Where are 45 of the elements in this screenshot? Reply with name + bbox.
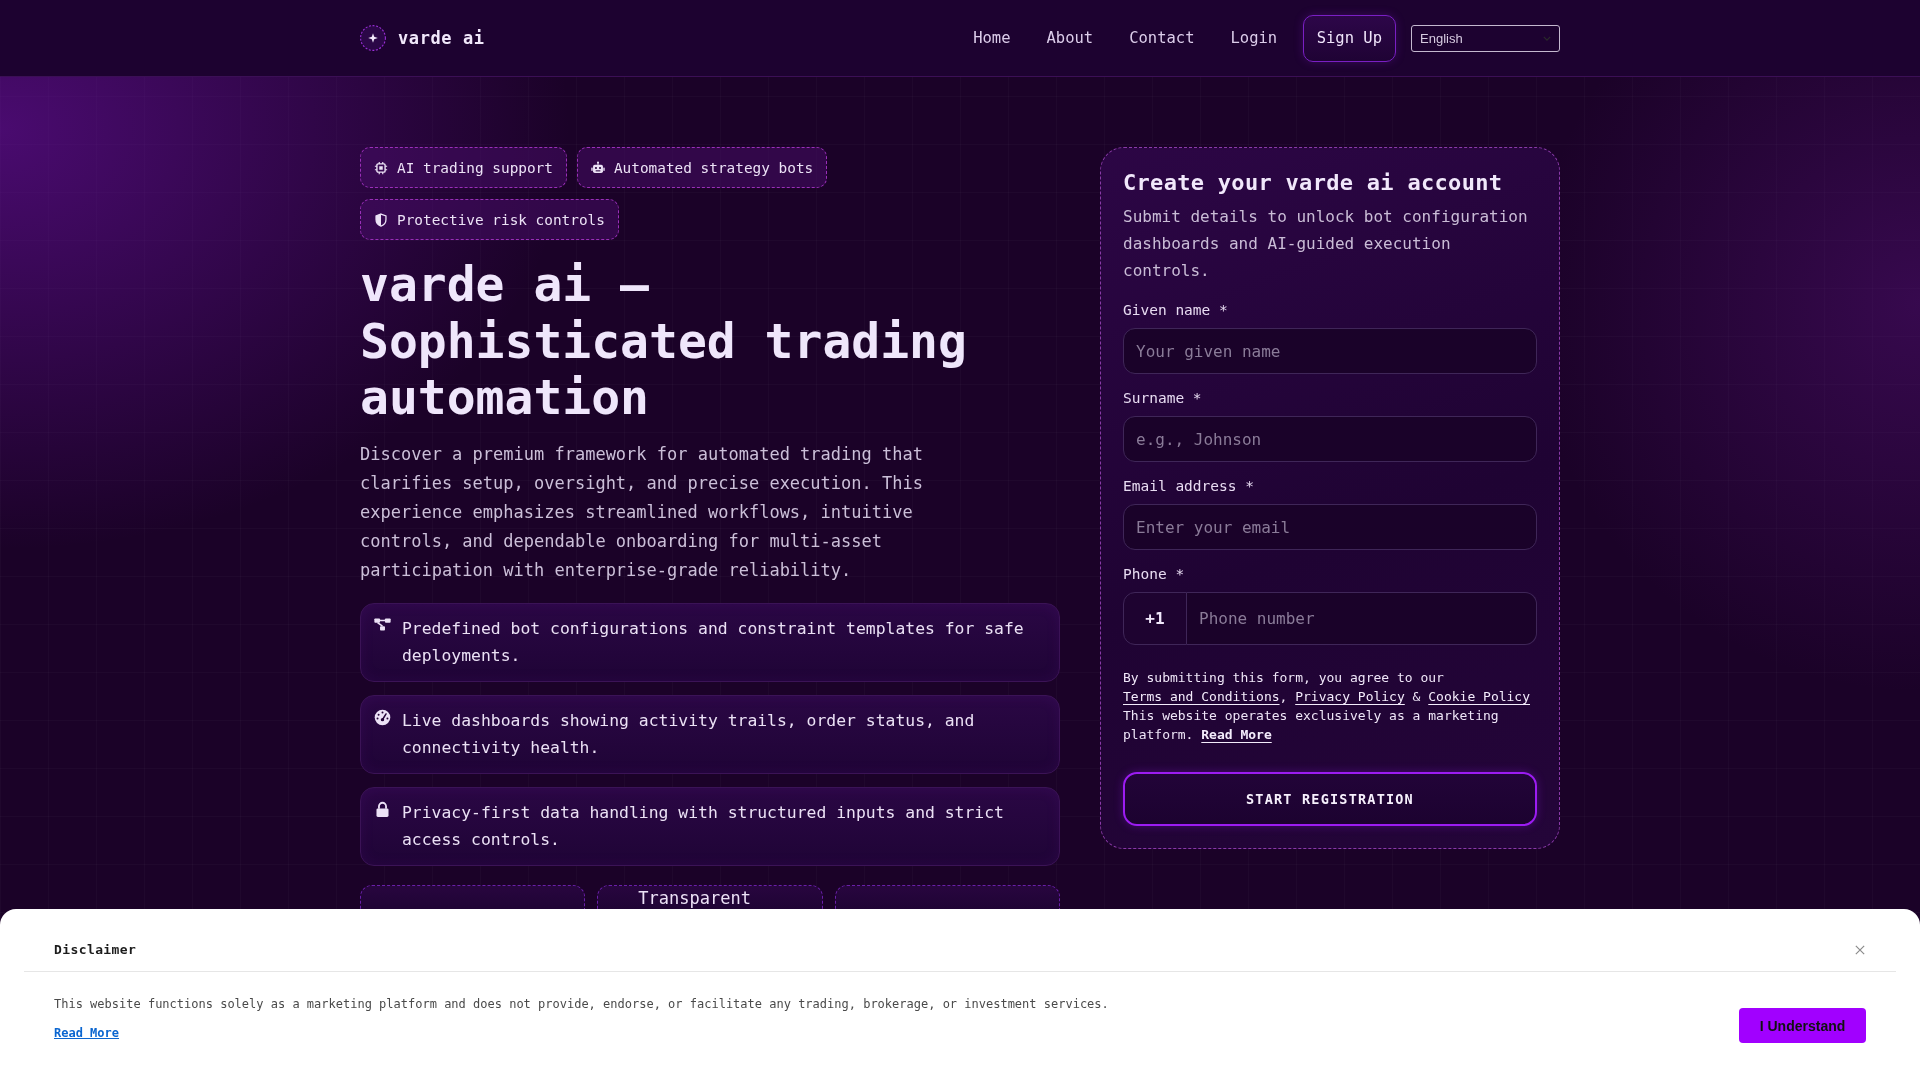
field-label: Surname * [1123, 389, 1203, 408]
nav-link[interactable]: Login [1220, 29, 1288, 47]
sign-up-button[interactable]: Sign Up [1302, 14, 1396, 62]
start-registration-button[interactable]: START REGISTRATION [1123, 772, 1537, 826]
input-field[interactable]: e.g., Johnson [1123, 416, 1537, 462]
understand-button[interactable]: I Understand [1739, 1008, 1866, 1043]
field-label: Given name * [1123, 301, 1229, 320]
shield-icon [374, 212, 388, 227]
form-title: Create your varde ai account [1123, 169, 1504, 197]
disclaimer-title: Disclaimer [54, 941, 137, 958]
policy-link[interactable]: Cookie Policy [1428, 689, 1530, 704]
phone-field[interactable]: Phone number [1187, 592, 1537, 645]
language-select[interactable]: English [1411, 24, 1560, 52]
tag-label: Protective risk controls [397, 211, 605, 228]
lock-icon [374, 800, 391, 818]
policy-link[interactable]: Privacy Policy [1295, 689, 1405, 704]
caret-icon [1543, 35, 1551, 41]
field-label: Email address * [1123, 477, 1255, 496]
close-icon[interactable] [1855, 945, 1865, 955]
nav-link[interactable]: About [1036, 29, 1104, 47]
policy-link[interactable]: Terms and Conditions [1123, 689, 1280, 704]
brand-name[interactable]: varde ai [398, 28, 485, 48]
field-label: Phone * [1123, 565, 1186, 584]
gauge-icon [374, 708, 391, 726]
feature-text: Live dashboards showing activity trails, order status, and connectivity health. [402, 709, 976, 759]
input-field[interactable]: Enter your email [1123, 504, 1537, 550]
tag-label: AI trading support [397, 159, 553, 176]
country-code-selector[interactable]: +1 [1123, 592, 1187, 645]
nav-link[interactable]: Home [962, 29, 1021, 47]
disclaimer-text: This website functions solely as a marketing platform and does not provide, endorse, or facilitate any trading, brokerage, or investment services. [54, 996, 1109, 1013]
hero-title: varde ai — Sophisticated trading automation [360, 256, 968, 426]
processor-icon [374, 160, 388, 175]
read-more-link[interactable]: Read More [1201, 727, 1272, 742]
sparkle-icon[interactable] [360, 25, 386, 51]
nav-link[interactable]: Contact [1118, 29, 1205, 47]
highlight-title: Transparent [638, 888, 751, 908]
read-more-link[interactable]: Read More [54, 1026, 120, 1041]
input-field[interactable]: Your given name [1123, 328, 1537, 374]
consent-text: By submitting this form, you agree to our Terms and Conditions, Privacy Policy & Cookie Policy This website operates exclusively as a marketing platform. Read More [1123, 669, 1531, 744]
feature-text: Privacy-first data handling with structured inputs and strict access controls. [402, 801, 1005, 851]
hero-description: Discover a premium framework for automated trading that clarifies setup, oversight, and precise execution. This experience emphasizes streamlined workflows, intuitive controls, and dependable onboarding for multi-asset participation with enterprise-grade reliability. [360, 442, 924, 582]
robot-icon [590, 160, 605, 175]
feature-text: Predefined bot configurations and constraint templates for safe deployments. [402, 617, 1025, 667]
tag-label: Automated strategy bots [613, 159, 814, 176]
form-subtitle: Submit details to unlock bot configuration dashboards and AI-guided execution controls. [1123, 206, 1529, 282]
